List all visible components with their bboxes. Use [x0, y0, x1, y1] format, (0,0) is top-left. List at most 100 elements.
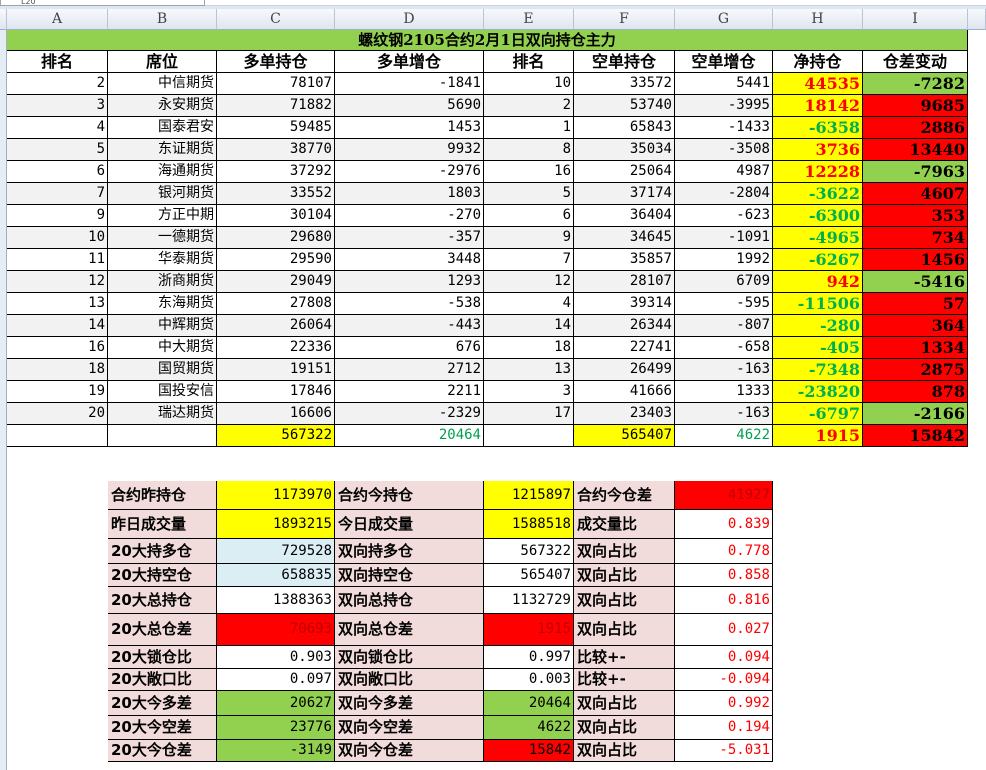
column-header-a[interactable]: A — [7, 9, 108, 30]
summary-label-1[interactable]: 20大总持仓 — [108, 587, 217, 614]
table-cell-short[interactable]: 28107 — [574, 271, 675, 293]
column-header-c[interactable]: C — [217, 9, 335, 30]
table-cell-long[interactable]: 29590 — [217, 249, 335, 271]
table-cell-short[interactable]: 34645 — [574, 227, 675, 249]
summary-label-2[interactable]: 双向今空差 — [335, 716, 484, 740]
table-cell-long[interactable]: 29680 — [217, 227, 335, 249]
summary-label-3[interactable]: 双向占比 — [574, 614, 675, 646]
table-cell-rank[interactable]: 2 — [7, 73, 108, 95]
table-cell-long_chg[interactable]: -2976 — [335, 161, 484, 183]
table-cell-short[interactable]: 53740 — [574, 95, 675, 117]
summary-label-2[interactable]: 双向持空仓 — [335, 564, 484, 587]
summary-value-3[interactable]: 0.194 — [675, 716, 773, 740]
table-cell-long[interactable]: 38770 — [217, 139, 335, 161]
summary-label-2[interactable]: 双向今多差 — [335, 691, 484, 716]
table-cell-long[interactable]: 26064 — [217, 315, 335, 337]
table-cell-short[interactable]: 26344 — [574, 315, 675, 337]
table-cell-srank[interactable]: 3 — [484, 381, 574, 403]
table-cell-rank[interactable]: 5 — [7, 139, 108, 161]
table-cell-short_chg[interactable]: -163 — [675, 403, 773, 425]
table-cell-diff[interactable]: -5416 — [863, 271, 968, 293]
summary-value-3[interactable]: -5.031 — [675, 740, 773, 762]
total-short-chg[interactable]: 4622 — [675, 425, 773, 447]
summary-label-3[interactable]: 双向占比 — [574, 564, 675, 587]
table-cell-rank[interactable]: 20 — [7, 403, 108, 425]
summary-value-1[interactable]: 23776 — [217, 716, 335, 740]
column-header-b[interactable]: B — [108, 9, 217, 30]
table-cell-long_chg[interactable]: -1841 — [335, 73, 484, 95]
table-cell-short_chg[interactable]: 4987 — [675, 161, 773, 183]
table-cell-short[interactable]: 26499 — [574, 359, 675, 381]
table-cell-long_chg[interactable]: 1453 — [335, 117, 484, 139]
column-header-e[interactable]: E — [484, 9, 574, 30]
table-cell-long[interactable]: 78107 — [217, 73, 335, 95]
table-cell-srank[interactable]: 10 — [484, 73, 574, 95]
select-all-corner[interactable] — [0, 9, 7, 30]
summary-label-1[interactable]: 20大今仓差 — [108, 740, 217, 762]
table-cell-long[interactable]: 29049 — [217, 271, 335, 293]
table-cell-short[interactable]: 25064 — [574, 161, 675, 183]
table-cell-long_chg[interactable]: -357 — [335, 227, 484, 249]
table-cell-long[interactable]: 27808 — [217, 293, 335, 315]
summary-label-3[interactable]: 合约今仓差 — [574, 481, 675, 510]
table-cell-seat[interactable]: 中大期货 — [108, 337, 217, 359]
total-diff[interactable]: 15842 — [863, 425, 968, 447]
table-cell-seat[interactable]: 国泰君安 — [108, 117, 217, 139]
summary-label-3[interactable]: 比较+- — [574, 646, 675, 669]
summary-label-1[interactable]: 20大今空差 — [108, 716, 217, 740]
table-cell-long_chg[interactable]: -2329 — [335, 403, 484, 425]
table-cell-seat[interactable]: 国贸期货 — [108, 359, 217, 381]
table-cell-diff[interactable]: 734 — [863, 227, 968, 249]
table-cell-rank[interactable]: 7 — [7, 183, 108, 205]
table-cell-short_chg[interactable]: -595 — [675, 293, 773, 315]
table-cell-diff[interactable]: 353 — [863, 205, 968, 227]
table-cell-srank[interactable]: 12 — [484, 271, 574, 293]
summary-label-3[interactable]: 比较+- — [574, 669, 675, 691]
table-cell-long_chg[interactable]: 3448 — [335, 249, 484, 271]
summary-label-1[interactable]: 昨日成交量 — [108, 510, 217, 539]
table-cell-diff[interactable]: 2875 — [863, 359, 968, 381]
summary-value-3[interactable]: -0.094 — [675, 669, 773, 691]
summary-label-1[interactable]: 20大持多仓 — [108, 539, 217, 564]
table-cell-seat[interactable]: 瑞达期货 — [108, 403, 217, 425]
table-cell-short_chg[interactable]: -658 — [675, 337, 773, 359]
table-cell-short[interactable]: 35034 — [574, 139, 675, 161]
summary-value-2[interactable]: 565407 — [484, 564, 574, 587]
table-cell-seat[interactable]: 一德期货 — [108, 227, 217, 249]
summary-label-2[interactable]: 双向总持仓 — [335, 587, 484, 614]
table-cell-rank[interactable]: 11 — [7, 249, 108, 271]
summary-label-2[interactable]: 双向今仓差 — [335, 740, 484, 762]
summary-value-2[interactable]: 0.997 — [484, 646, 574, 669]
table-cell-long[interactable]: 71882 — [217, 95, 335, 117]
header-a[interactable]: 排名 — [7, 51, 108, 73]
column-header-h[interactable]: H — [773, 9, 863, 30]
summary-value-1[interactable]: 0.097 — [217, 669, 335, 691]
table-cell-net[interactable]: -6267 — [773, 249, 863, 271]
total-short[interactable]: 565407 — [574, 425, 675, 447]
table-cell-net[interactable]: -4965 — [773, 227, 863, 249]
table-cell-diff[interactable]: -7282 — [863, 73, 968, 95]
summary-value-1[interactable]: 658835 — [217, 564, 335, 587]
table-cell-short_chg[interactable]: 5441 — [675, 73, 773, 95]
summary-label-1[interactable]: 20大锁仓比 — [108, 646, 217, 669]
table-cell-net[interactable]: -6358 — [773, 117, 863, 139]
table-cell-diff[interactable]: -7963 — [863, 161, 968, 183]
summary-value-3[interactable]: 0.778 — [675, 539, 773, 564]
table-cell-long_chg[interactable]: 1803 — [335, 183, 484, 205]
table-cell-seat[interactable]: 华泰期货 — [108, 249, 217, 271]
table-cell-rank[interactable]: 4 — [7, 117, 108, 139]
table-cell-rank[interactable]: 18 — [7, 359, 108, 381]
summary-value-3[interactable]: 41927 — [675, 481, 773, 510]
total-net[interactable]: 1915 — [773, 425, 863, 447]
table-cell-net[interactable]: -280 — [773, 315, 863, 337]
summary-value-2[interactable]: 1588518 — [484, 510, 574, 539]
summary-label-3[interactable]: 双向占比 — [574, 716, 675, 740]
column-header-g[interactable]: G — [675, 9, 773, 30]
table-cell-net[interactable]: -7348 — [773, 359, 863, 381]
header-f[interactable]: 空单持仓 — [574, 51, 675, 73]
table-cell-diff[interactable]: 9685 — [863, 95, 968, 117]
table-cell-seat[interactable]: 国投安信 — [108, 381, 217, 403]
summary-value-2[interactable]: 4622 — [484, 716, 574, 740]
table-cell-seat[interactable]: 东证期货 — [108, 139, 217, 161]
header-e[interactable]: 排名 — [484, 51, 574, 73]
